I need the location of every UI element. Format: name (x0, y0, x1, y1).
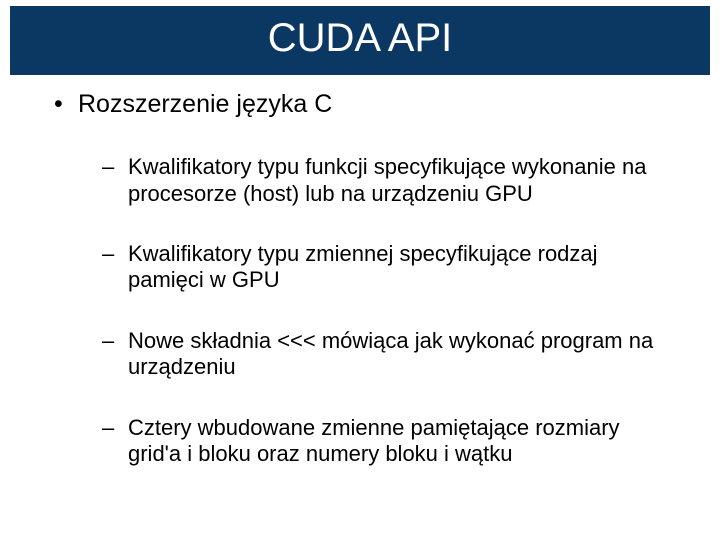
sub-bullet-text: Cztery wbudowane zmienne pamiętające roz… (128, 415, 620, 466)
bullet-main-text: Rozszerzenie języka C (78, 90, 332, 118)
sub-bullet: Kwalifikatory typu funkcji specyfikujące… (98, 154, 670, 207)
bullet-list-level2: Kwalifikatory typu funkcji specyfikujące… (78, 154, 670, 467)
bullet-main: Rozszerzenie języka C Kwalifikatory typu… (50, 89, 670, 467)
slide: CUDA API Rozszerzenie języka C Kwalifika… (0, 6, 720, 546)
slide-title: CUDA API (10, 6, 710, 75)
sub-bullet-text: Kwalifikatory typu zmiennej specyfikując… (128, 241, 598, 292)
sub-bullet: Cztery wbudowane zmienne pamiętające roz… (98, 415, 670, 468)
sub-bullet-text: Nowe składnia <<< mówiąca jak wykonać pr… (128, 328, 653, 379)
bullet-list-level1: Rozszerzenie języka C Kwalifikatory typu… (50, 89, 670, 467)
slide-content: Rozszerzenie języka C Kwalifikatory typu… (0, 75, 720, 467)
sub-bullet: Nowe składnia <<< mówiąca jak wykonać pr… (98, 328, 670, 381)
sub-bullet: Kwalifikatory typu zmiennej specyfikując… (98, 241, 670, 294)
sub-bullet-text: Kwalifikatory typu funkcji specyfikujące… (128, 154, 646, 205)
